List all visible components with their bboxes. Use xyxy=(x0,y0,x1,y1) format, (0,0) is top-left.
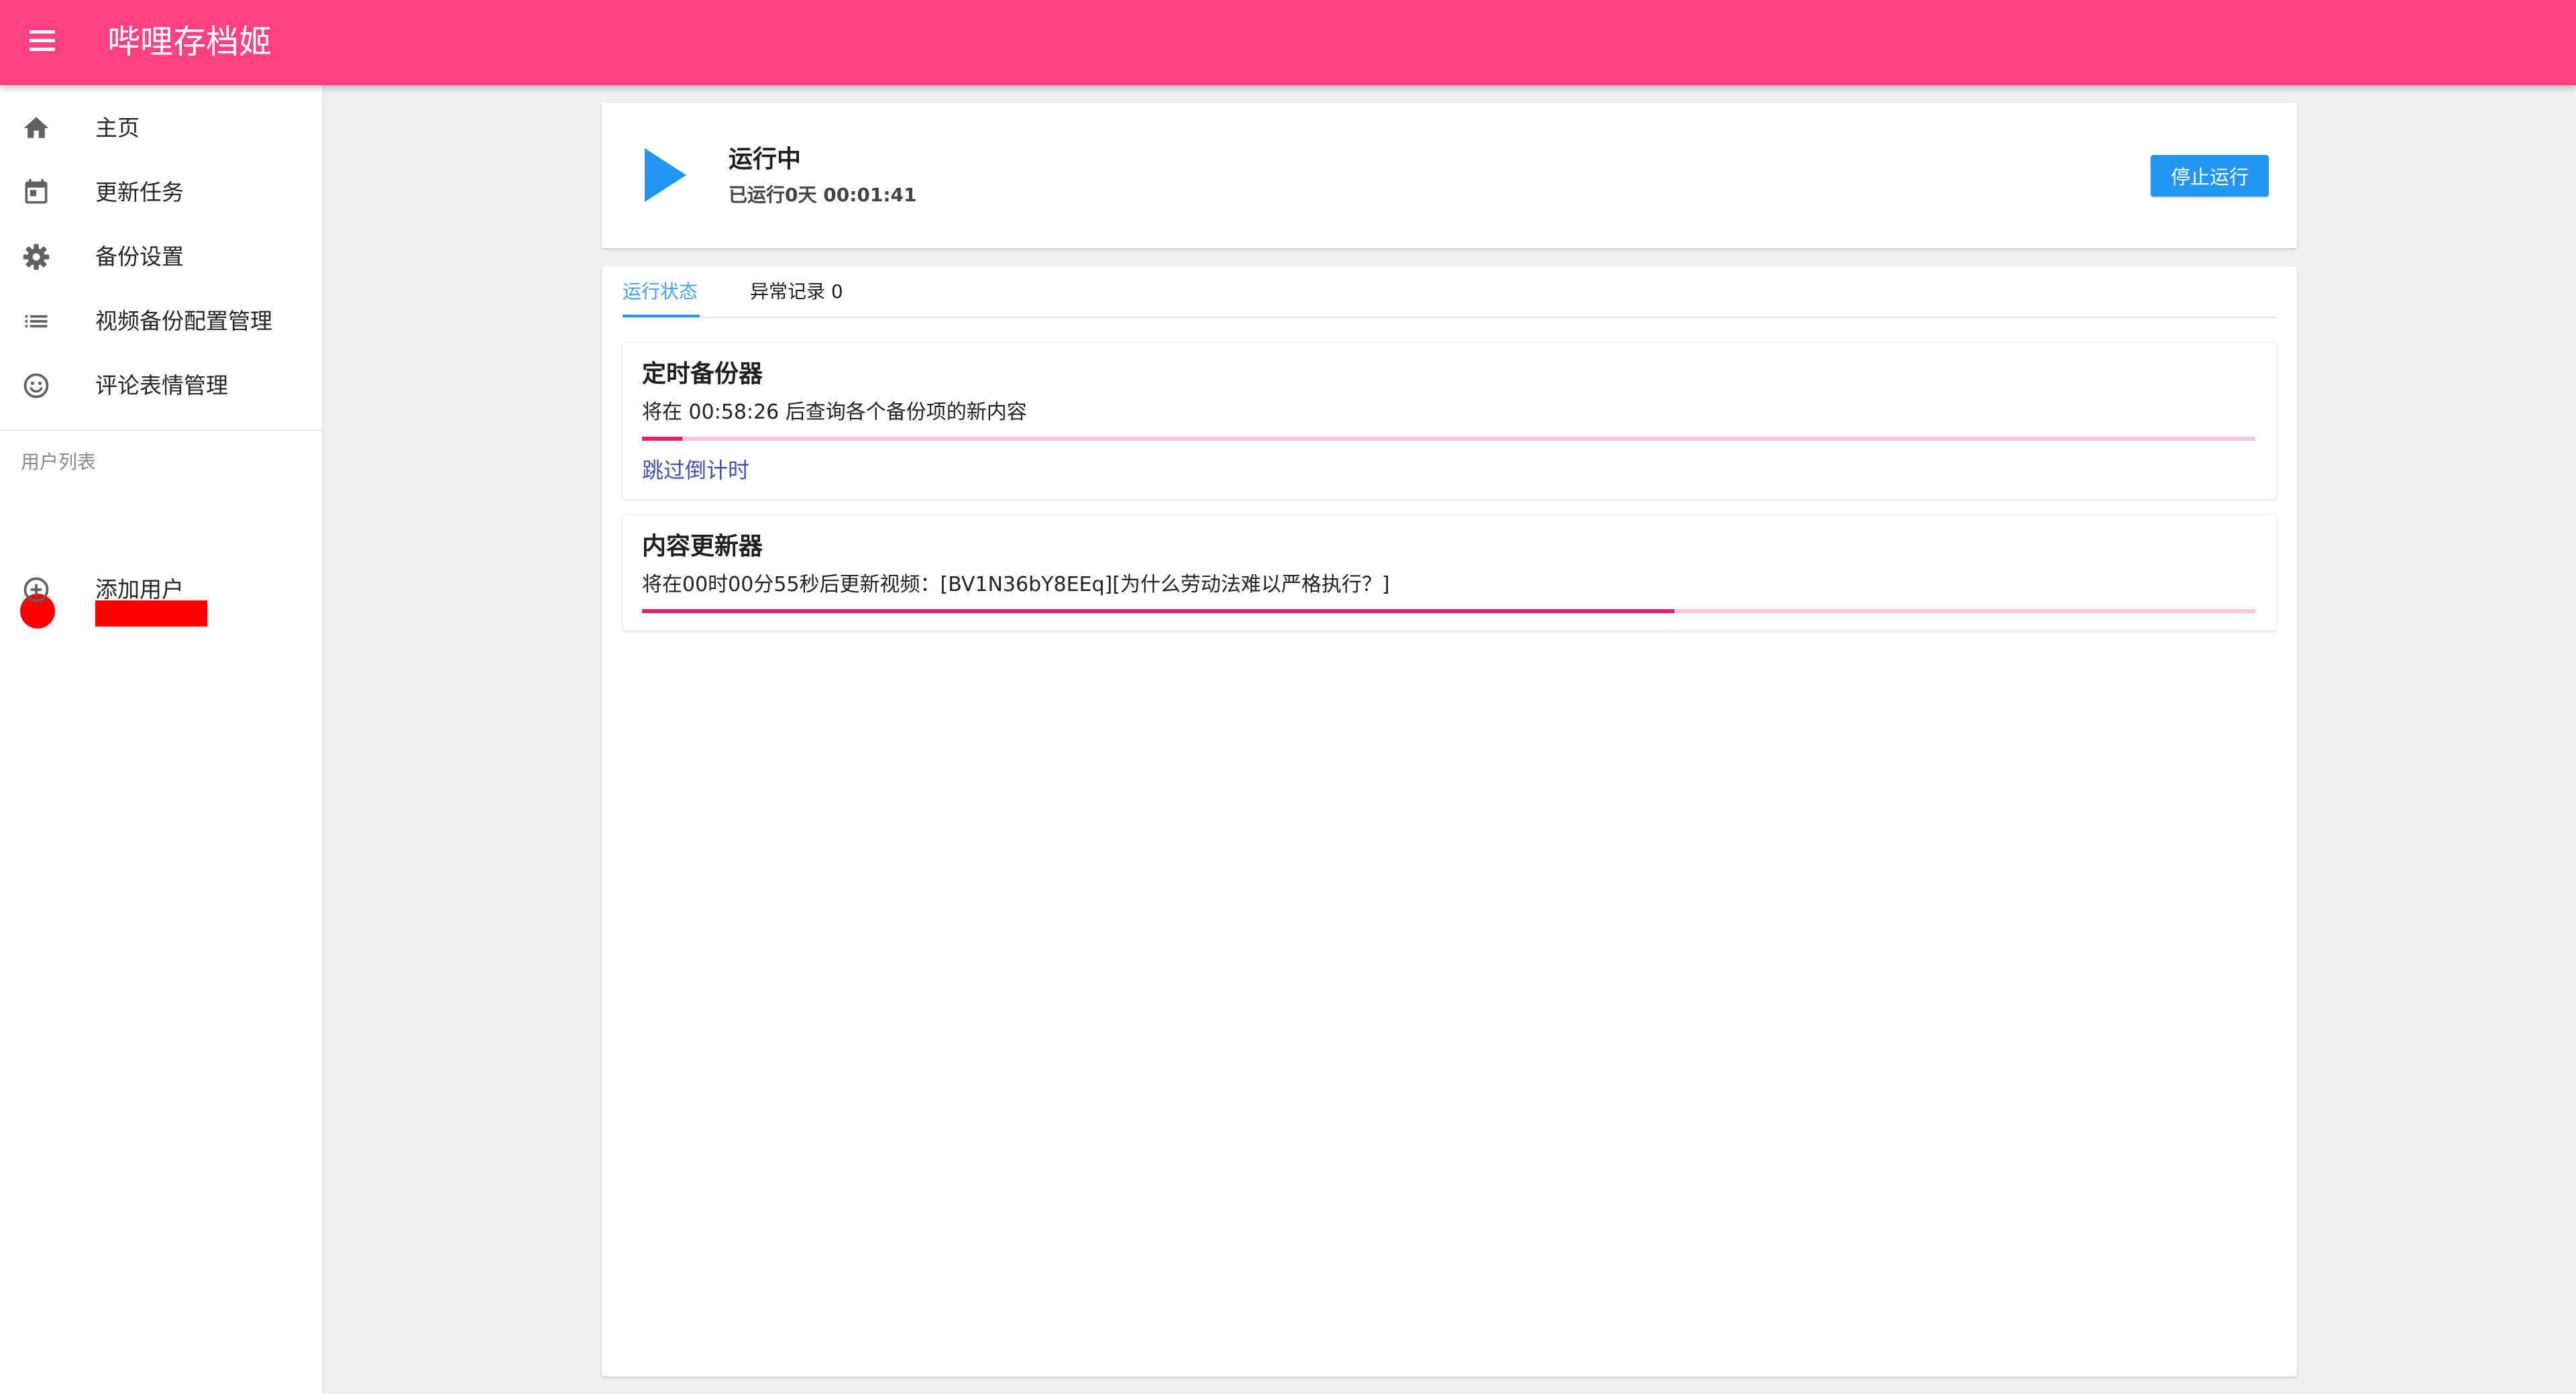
list-icon xyxy=(25,315,48,328)
active-tab-indicator xyxy=(623,315,700,317)
task-progress-bar xyxy=(642,609,2255,613)
smile-icon xyxy=(23,373,49,398)
sidebar-item-label: 评论表情管理 xyxy=(95,372,228,398)
tabs-divider xyxy=(623,317,2276,318)
sidebar-item-label: 备份设置 xyxy=(95,244,184,270)
sidebar-item-label: 视频备份配置管理 xyxy=(95,308,272,334)
content-updater-card: 内容更新器 将在00时00分55秒后更新视频：[BV1N36bY8EEq][为什… xyxy=(623,515,2276,631)
gear-icon xyxy=(23,244,50,270)
sidebar-item-backup-settings[interactable]: 备份设置 xyxy=(0,225,322,289)
sidebar-item-video-backup-config[interactable]: 视频备份配置管理 xyxy=(0,289,322,354)
task-progress-fill xyxy=(642,609,1675,613)
status-title: 运行中 xyxy=(729,146,802,173)
home-icon xyxy=(23,117,49,138)
task-title: 内容更新器 xyxy=(642,533,763,560)
sidebar-item-label: 主页 xyxy=(95,115,140,141)
scheduled-backup-card: 定时备份器 将在 00:58:26 后查询各个备份项的新内容 跳过倒计时 xyxy=(623,343,2276,499)
task-progress-fill xyxy=(642,437,683,441)
user-list-subheader: 用户列表 xyxy=(21,451,97,473)
stop-running-button[interactable]: 停止运行 xyxy=(2151,155,2269,197)
sidebar-item-label: 更新任务 xyxy=(95,179,184,205)
tasks-panel: 运行状态 异常记录 0 定时备份器 将在 00:58:26 后查询各个备份项的新… xyxy=(602,266,2297,1377)
task-title: 定时备份器 xyxy=(642,360,763,388)
add-user-button[interactable]: 添加用户 xyxy=(0,557,322,622)
app-bar: 哔哩存档姬 xyxy=(0,0,2576,85)
menu-icon[interactable] xyxy=(27,28,59,55)
sidebar-item-home[interactable]: 主页 xyxy=(0,96,322,160)
task-progress-bar xyxy=(642,437,2255,441)
play-icon xyxy=(645,148,686,202)
sidebar-item-emoji-management[interactable]: 评论表情管理 xyxy=(0,354,322,418)
task-description: 将在 00:58:26 后查询各个备份项的新内容 xyxy=(642,400,1027,424)
uptime-text: 已运行0天 00:01:41 xyxy=(729,184,917,206)
tab-running-status[interactable]: 运行状态 xyxy=(623,278,698,325)
task-description: 将在00时00分55秒后更新视频：[BV1N36bY8EEq][为什么劳动法难以… xyxy=(642,573,1390,596)
tab-error-log[interactable]: 异常记录 0 xyxy=(750,278,843,325)
app-title: 哔哩存档姬 xyxy=(107,23,272,61)
sidebar: 主页 更新任务 备份设置 视频备份配置管理 评论表情管理 用户列表 添加用户 xyxy=(0,85,322,1394)
add-circle-icon xyxy=(23,577,49,602)
sidebar-item-update-tasks[interactable]: 更新任务 xyxy=(0,160,322,225)
sidebar-divider xyxy=(0,429,322,431)
running-status-card: 运行中 已运行0天 00:01:41 停止运行 xyxy=(602,103,2297,248)
calendar-icon xyxy=(25,178,48,204)
add-user-label: 添加用户 xyxy=(95,576,184,602)
skip-countdown-link[interactable]: 跳过倒计时 xyxy=(642,455,749,485)
